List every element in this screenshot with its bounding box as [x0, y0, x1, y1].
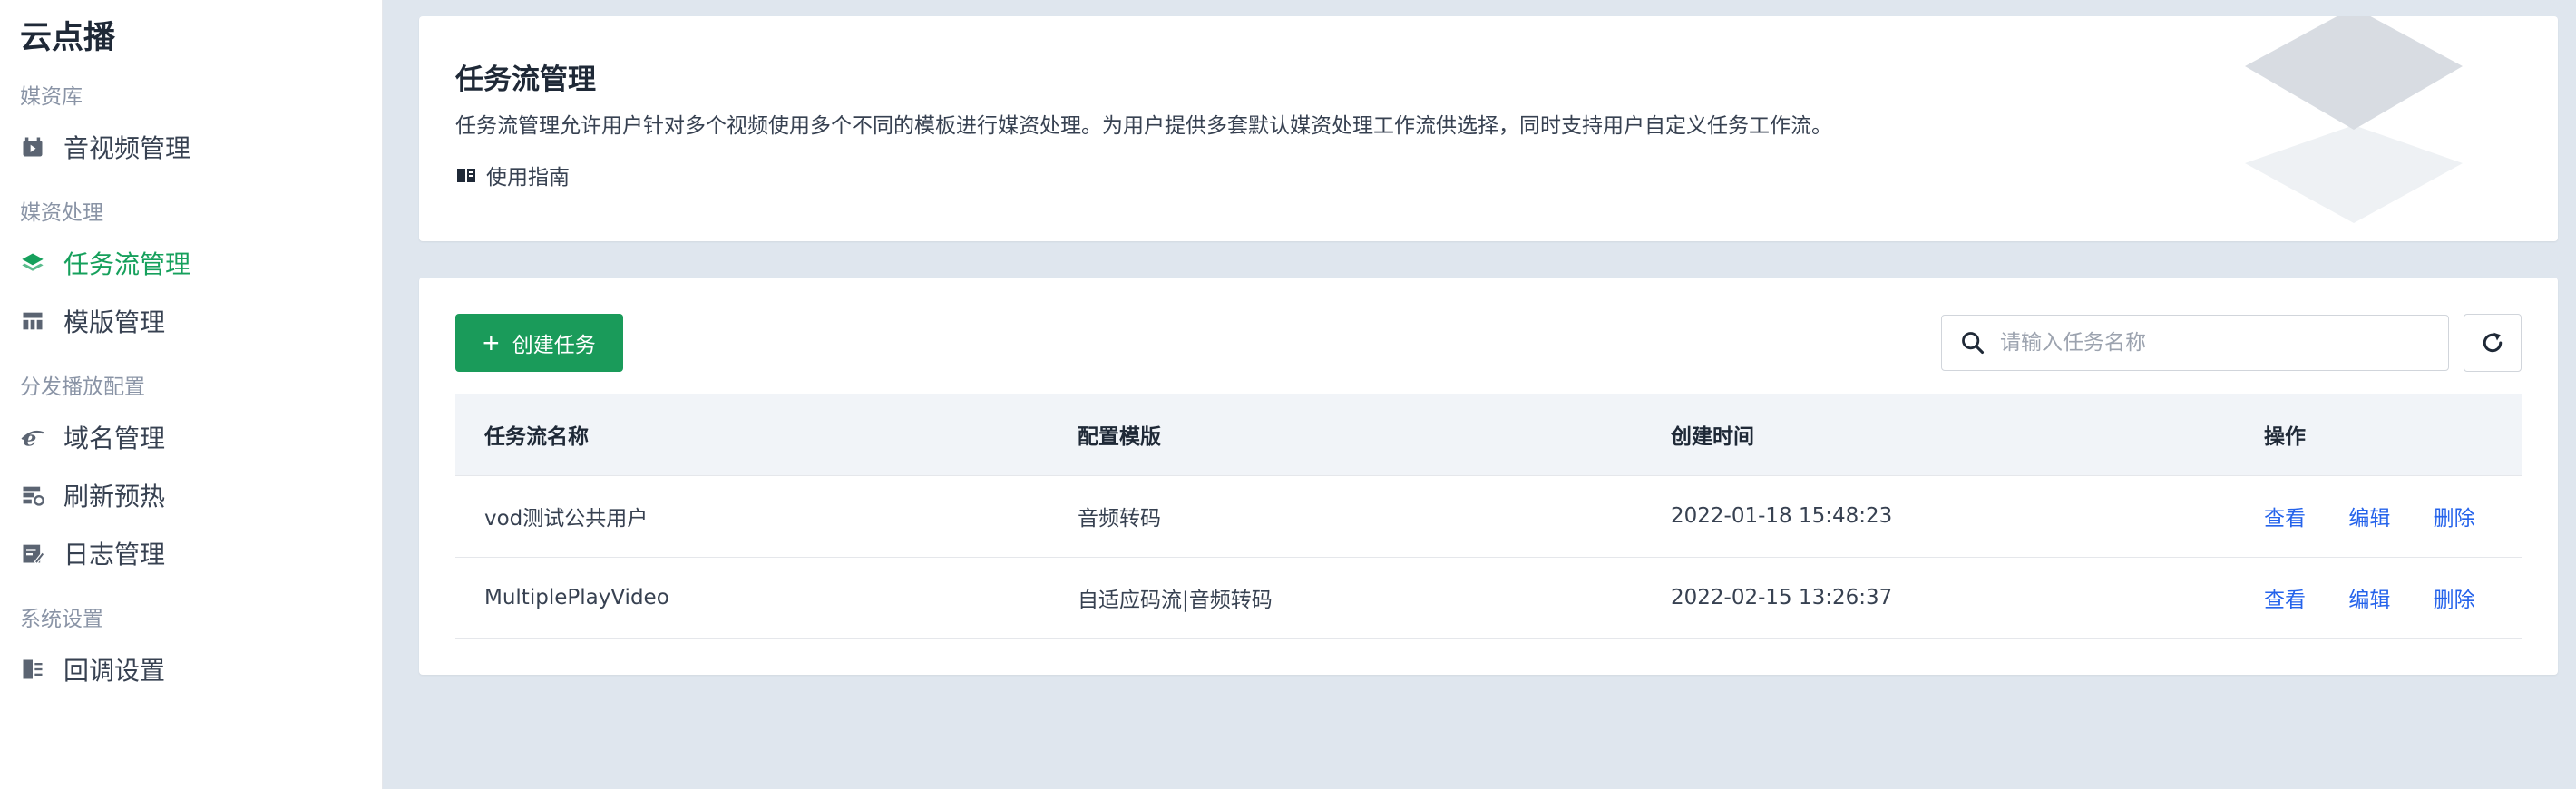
view-link[interactable]: 查看 — [2264, 507, 2306, 531]
cell-name: MultiplePlayVideo — [455, 557, 1049, 639]
create-task-label: 创建任务 — [512, 333, 596, 356]
sidebar-item-label: 回调设置 — [63, 656, 166, 686]
edit-link[interactable]: 编辑 — [2348, 589, 2390, 612]
nav-group-title: 系统设置 — [20, 608, 103, 631]
sidebar-item-workflow[interactable]: 任务流管理 — [0, 234, 382, 292]
column-header: 任务流名称 — [455, 394, 1049, 476]
table-header-row: 任务流名称 配置模版 创建时间 操作 — [455, 394, 2522, 476]
view-link[interactable]: 查看 — [2264, 589, 2306, 612]
cell-template: 音频转码 — [1049, 475, 1642, 558]
cell-name: vod测试公共用户 — [455, 475, 1049, 558]
column-header: 创建时间 — [1642, 394, 2235, 476]
refresh-icon — [2483, 332, 2503, 353]
book-icon — [455, 163, 479, 187]
nav-group-title: 媒资库 — [20, 85, 83, 109]
column-header: 操作 — [2235, 394, 2522, 476]
cell-actions: 查看 编辑 删除 — [2235, 475, 2522, 558]
search-box — [1941, 315, 2449, 371]
sidebar-item-media[interactable]: 音视频管理 — [0, 118, 382, 176]
nav-group-title: 分发播放配置 — [20, 375, 145, 399]
sidebar-item-log[interactable]: 日志管理 — [0, 524, 382, 582]
edit-link[interactable]: 编辑 — [2348, 507, 2390, 531]
cell-template: 自适应码流|音频转码 — [1049, 557, 1642, 639]
decorative-layers-graphic — [2245, 16, 2463, 223]
sidebar-item-domain[interactable]: e 域名管理 — [0, 408, 382, 466]
sidebar-item-label: 刷新预热 — [63, 482, 166, 511]
sidebar-item-callback[interactable]: 回调设置 — [0, 640, 382, 698]
domain-icon: e — [20, 424, 45, 450]
log-icon — [20, 541, 45, 566]
template-icon — [20, 308, 45, 334]
plus-icon: + — [483, 326, 500, 359]
sidebar-item-label: 音视频管理 — [63, 133, 191, 163]
app-title: 云点播 — [20, 20, 116, 56]
cell-created: 2022-02-15 13:26:37 — [1642, 557, 2235, 639]
create-task-button[interactable]: + 创建任务 — [455, 314, 623, 372]
page-title: 任务流管理 — [455, 63, 596, 96]
search-input[interactable] — [2000, 331, 2430, 355]
refresh-button[interactable] — [2464, 314, 2522, 372]
sidebar-item-label: 模版管理 — [63, 307, 166, 337]
refresh-cache-icon — [20, 482, 45, 508]
sidebar-item-label: 日志管理 — [63, 540, 166, 570]
sidebar: 云点播 媒资库 音视频管理 媒资处理 任务流管理 模版管理 分发播放配置 e 域… — [0, 0, 383, 789]
cell-created: 2022-01-18 15:48:23 — [1642, 475, 2235, 558]
sidebar-item-label: 任务流管理 — [63, 249, 191, 279]
delete-link[interactable]: 删除 — [2434, 507, 2475, 531]
toolbar-right — [1941, 314, 2522, 372]
table-row: MultiplePlayVideo 自适应码流|音频转码 2022-02-15 … — [455, 557, 2522, 639]
workflow-table: 任务流名称 配置模版 创建时间 操作 vod测试公共用户 音频转码 2022-0… — [455, 394, 2522, 639]
guide-link-label: 使用指南 — [486, 166, 570, 190]
sidebar-item-template[interactable]: 模版管理 — [0, 292, 382, 350]
table-row: vod测试公共用户 音频转码 2022-01-18 15:48:23 查看 编辑… — [455, 475, 2522, 558]
nav-group-title: 媒资处理 — [20, 201, 103, 225]
sidebar-item-label: 域名管理 — [63, 424, 166, 453]
workflow-list-card: + 创建任务 任务流名称 配置模版 — [419, 278, 2558, 675]
callback-icon — [20, 657, 45, 682]
delete-link[interactable]: 删除 — [2434, 589, 2475, 612]
cell-actions: 查看 编辑 删除 — [2235, 557, 2522, 639]
toolbar: + 创建任务 — [455, 314, 2522, 372]
intro-card: 任务流管理 任务流管理允许用户针对多个视频使用多个不同的模板进行媒资处理。为用户… — [419, 16, 2558, 241]
main-content: 任务流管理 任务流管理允许用户针对多个视频使用多个不同的模板进行媒资处理。为用户… — [383, 0, 2576, 789]
app-root: 云点播 媒资库 音视频管理 媒资处理 任务流管理 模版管理 分发播放配置 e 域… — [0, 0, 2576, 789]
sidebar-item-prefetch[interactable]: 刷新预热 — [0, 466, 382, 524]
search-icon — [1962, 332, 1985, 355]
column-header: 配置模版 — [1049, 394, 1642, 476]
layers-icon — [20, 250, 45, 276]
media-icon — [20, 134, 45, 160]
guide-link[interactable]: 使用指南 — [455, 160, 570, 190]
page-description: 任务流管理允许用户针对多个视频使用多个不同的模板进行媒资处理。为用户提供多套默认… — [455, 114, 1832, 138]
